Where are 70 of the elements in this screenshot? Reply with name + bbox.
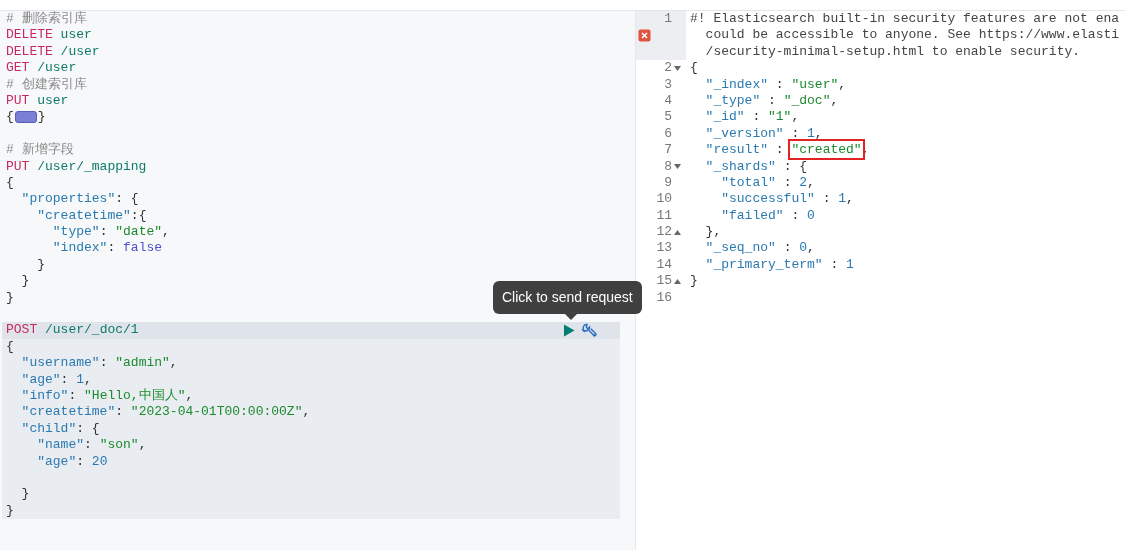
code-line: #! Elasticsearch built-in security features are not ena xyxy=(690,11,1120,28)
code-line: "failed" : 0 xyxy=(720,207,815,225)
line-number: 9 xyxy=(663,174,672,192)
code-line: "age": 20 xyxy=(36,453,108,470)
line-number: 15 xyxy=(655,273,672,290)
code-line: "_index" : "user", xyxy=(704,76,847,93)
code-line: { } xyxy=(6,109,46,126)
code-line: "_shards" : { xyxy=(704,158,808,175)
code-line: "successful" : 1, xyxy=(720,191,854,208)
line-number: 2 xyxy=(663,60,672,77)
code-line: { xyxy=(690,60,698,77)
line-number: 8 xyxy=(663,158,672,175)
code-line: "properties": { xyxy=(20,191,139,208)
tooltip: Click to send request xyxy=(493,281,642,314)
play-button[interactable] xyxy=(563,324,575,338)
code-line: PUT /user/_mapping xyxy=(6,158,147,175)
code-line: # 新增字段 xyxy=(6,142,74,159)
unfold-arrow-icon[interactable] xyxy=(674,278,681,284)
code-line: "info": "Hello,中国人", xyxy=(20,388,194,405)
code-line: PUT user xyxy=(6,92,69,110)
code-line: "createtime":{ xyxy=(36,207,147,225)
code-line: "type": "date", xyxy=(51,224,170,241)
fold-arrow-icon[interactable] xyxy=(674,65,681,71)
code-line: DELETE /user xyxy=(6,43,100,61)
code-line: "_type" : "_doc", xyxy=(704,92,839,110)
line-number: 5 xyxy=(663,109,672,126)
code-line: "child": { xyxy=(20,420,100,438)
code-line: could be accessible to anyone. See https://www.elasti xyxy=(704,27,1120,44)
folded-block-icon[interactable] xyxy=(14,110,37,123)
code-line: # 删除索引库 xyxy=(6,11,87,28)
code-line: { xyxy=(6,174,14,192)
code-line: "age": 1, xyxy=(20,371,92,388)
line-number: 1 xyxy=(663,11,672,28)
code-line: "result" : "created", xyxy=(690,142,870,159)
line-number: 10 xyxy=(655,191,672,208)
code-line: /security-minimal-setup.html to enable security. xyxy=(704,43,1081,61)
code-line: "name": "son", xyxy=(36,437,147,454)
code-line: } xyxy=(6,502,14,520)
code-line: } xyxy=(36,256,45,274)
code-line: } xyxy=(690,273,698,290)
code-line: { xyxy=(6,338,14,356)
code-line: "createtime": "2023-04-01T00:00:00Z", xyxy=(20,404,311,421)
code-line: "_seq_no" : 0, xyxy=(704,240,815,257)
code-line: "_id" : "1", xyxy=(704,109,800,126)
error-icon xyxy=(638,29,651,43)
line-number: 6 xyxy=(663,125,672,143)
code-line: } xyxy=(20,273,30,290)
code-line: GET /user xyxy=(6,60,77,77)
code-line: "total" : 2, xyxy=(720,174,815,192)
code-line: # 创建索引库 xyxy=(6,76,87,93)
code-line: "_primary_term" : 1 xyxy=(704,256,854,274)
line-number: 13 xyxy=(655,240,672,257)
code-line: POST /user/_doc/1 xyxy=(6,322,139,339)
line-number: 12 xyxy=(655,224,672,241)
code-line: "_version" : 1, xyxy=(704,125,823,143)
line-number: 16 xyxy=(655,289,672,307)
line-number: 4 xyxy=(663,92,672,110)
code-line: DELETE user xyxy=(6,27,92,44)
line-number: 3 xyxy=(663,76,672,93)
line-number: 11 xyxy=(655,207,672,225)
code-line: }, xyxy=(704,224,722,241)
line-number: 14 xyxy=(655,256,672,274)
tooltip-arrow-icon xyxy=(565,314,577,320)
unfold-arrow-icon[interactable] xyxy=(674,229,681,235)
line-number: 7 xyxy=(663,142,672,159)
fold-arrow-icon[interactable] xyxy=(674,164,681,170)
code-line: } xyxy=(6,289,14,307)
code-line: } xyxy=(20,486,30,503)
code-line: "username": "admin", xyxy=(20,355,178,372)
code-line: "index": false xyxy=(51,240,163,257)
